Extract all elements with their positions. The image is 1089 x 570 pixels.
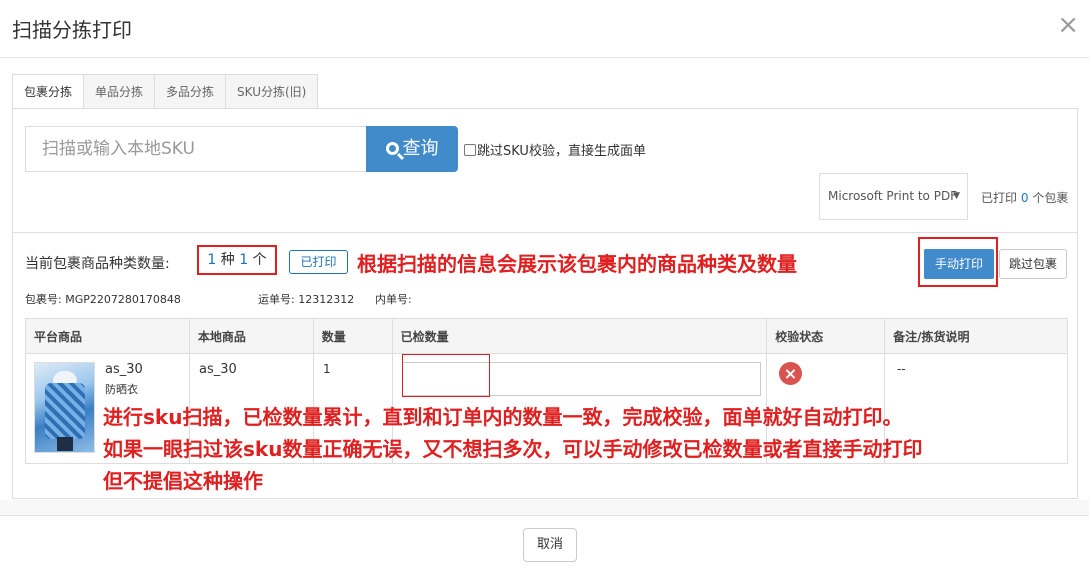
item-count: 1 — [239, 252, 249, 268]
item-qty: 1 — [323, 362, 331, 376]
platform-item-name: as_30 — [105, 362, 143, 377]
sort-panel: 扫描或输入本地SKU 查询 跳过SKU校验，直接生成面单 Microsoft P… — [12, 108, 1078, 499]
divider — [13, 232, 1077, 233]
kind-count-box: 1 种 1 个 — [197, 245, 277, 275]
printed-prefix: 已打印 — [981, 191, 1018, 205]
dialog-title: 扫描分拣打印 — [12, 18, 132, 42]
checkbox-box[interactable] — [464, 143, 476, 156]
printed-count: 已打印 0 个包裹 — [981, 189, 1068, 206]
kind-count-label: 当前包裹商品种类数量: — [25, 256, 170, 272]
item-unit: 个 — [252, 252, 267, 268]
sku-search-input[interactable]: 扫描或输入本地SKU — [25, 126, 367, 172]
thumbnail-hat — [53, 371, 77, 383]
kind-count: 1 — [207, 252, 217, 268]
printer-select[interactable]: Microsoft Print to PDF ▼ — [819, 173, 968, 220]
col-qty: 数量 — [312, 318, 393, 354]
printed-number: 0 — [1020, 191, 1029, 205]
printed-status-badge: 已打印 — [289, 250, 348, 274]
tracking-no-value: 12312312 — [298, 293, 355, 306]
col-remark: 备注/拣货说明 — [884, 318, 1068, 354]
skip-sku-check-label: 跳过SKU校验，直接生成面单 — [477, 144, 646, 159]
skip-package-button[interactable]: 跳过包裹 — [999, 249, 1067, 279]
thumbnail-legs — [57, 437, 73, 451]
query-button-label: 查询 — [402, 138, 439, 159]
kind-unit: 种 — [220, 252, 235, 268]
annotation-checked-qty-frame — [402, 354, 490, 397]
printer-selected-value: Microsoft Print to PDF — [828, 189, 958, 203]
tab-multi-sort[interactable]: 多品分拣 — [154, 74, 227, 109]
col-local-item: 本地商品 — [188, 318, 314, 354]
tab-single-sort[interactable]: 单品分拣 — [83, 74, 156, 109]
printed-suffix: 个包裹 — [1032, 191, 1069, 205]
cancel-button[interactable]: 取消 — [523, 528, 577, 562]
dialog-footer: 取消 — [0, 515, 1089, 570]
inner-no: 内单号: — [375, 291, 412, 307]
thumbnail-coat — [45, 383, 85, 439]
col-platform-item: 平台商品 — [25, 318, 190, 354]
caret-down-icon: ▼ — [953, 191, 960, 201]
local-item-sku: as_30 — [199, 362, 237, 377]
manual-print-button[interactable]: 手动打印 — [924, 249, 994, 279]
platform-item-subtitle: 防晒衣 — [105, 383, 138, 396]
search-icon — [385, 142, 399, 155]
tab-package-sort[interactable]: 包裹分拣 — [12, 74, 85, 110]
sort-mode-tabs: 包裹分拣 单品分拣 多品分拣 SKU分拣(旧) — [12, 74, 319, 110]
dialog-header: 扫描分拣打印 × — [0, 0, 1089, 58]
tab-sku-sort-old[interactable]: SKU分拣(旧) — [225, 74, 319, 109]
inner-no-label: 内单号: — [375, 293, 412, 306]
annotation-kind-count: 根据扫描的信息会展示该包裹内的商品种类及数量 — [357, 252, 797, 276]
product-thumbnail — [34, 362, 95, 453]
annotation-line-3: 但不提倡这种操作 — [103, 469, 263, 493]
skip-sku-check-checkbox[interactable]: 跳过SKU校验，直接生成面单 — [464, 140, 646, 159]
package-no: 包裹号: MGP2207280170848 — [25, 291, 181, 307]
close-icon[interactable]: × — [1057, 10, 1079, 40]
col-checked-qty: 已检数量 — [391, 318, 768, 354]
annotation-line-2: 如果一眼扫过该sku数量正确无误，又不想扫多次，可以手动修改已检数量或者直接手动… — [103, 437, 923, 461]
annotation-line-1: 进行sku扫描，已检数量累计，直到和订单内的数量一致，完成校验，面单就好自动打印… — [103, 405, 903, 429]
footer-separator — [0, 500, 1089, 515]
tracking-no-label: 运单号: — [258, 293, 295, 306]
package-no-label: 包裹号: — [25, 293, 62, 306]
tracking-no: 运单号: 12312312 — [258, 291, 354, 307]
annotation-scan-instructions: 进行sku扫描，已检数量累计，直到和订单内的数量一致，完成校验，面单就好自动打印… — [103, 401, 922, 497]
table-header-row: 平台商品 本地商品 数量 已检数量 校验状态 备注/拣货说明 — [25, 318, 1068, 354]
remark-value: -- — [897, 362, 906, 376]
package-no-value: MGP2207280170848 — [65, 293, 181, 306]
col-check-status: 校验状态 — [766, 318, 886, 354]
query-button[interactable]: 查询 — [366, 126, 458, 172]
error-x-icon: × — [779, 362, 802, 385]
